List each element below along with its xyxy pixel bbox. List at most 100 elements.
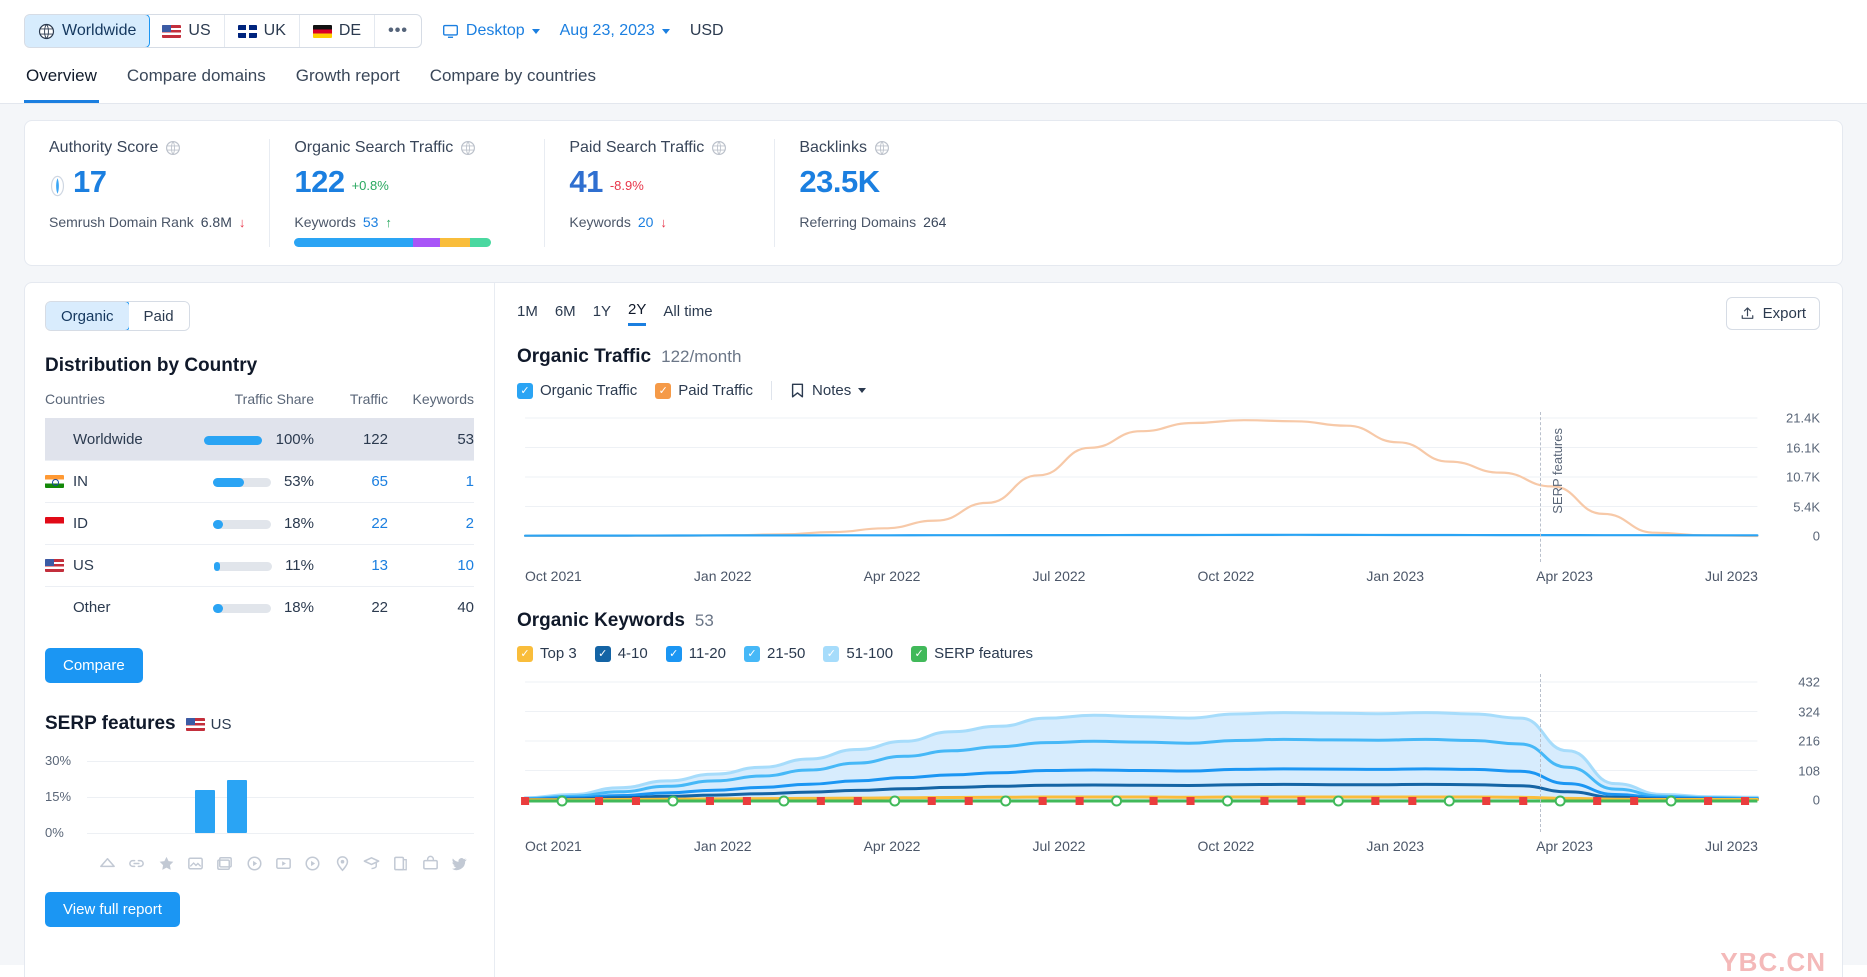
checkbox-checked-icon: ✓ <box>517 383 533 399</box>
organic-paid-toggle[interactable]: Organic Paid <box>45 301 190 331</box>
info-icon[interactable] <box>874 140 890 156</box>
flag-us-icon <box>45 559 64 572</box>
card-sub-label: Keywords <box>294 214 355 230</box>
cell-traffic-share: 11% <box>172 545 314 587</box>
toggle-paid[interactable]: Paid <box>129 302 189 330</box>
range-6m[interactable]: 6M <box>555 303 576 325</box>
legend-51-100[interactable]: ✓51-100 <box>823 645 893 662</box>
distribution-title: Distribution by Country <box>45 355 474 377</box>
flag-us-icon <box>162 25 181 38</box>
geo-selector-group[interactable]: Worldwide US UK DE ••• <box>24 14 422 48</box>
instant-answer-icon[interactable] <box>386 852 415 874</box>
note-flag-icon <box>790 383 805 399</box>
table-row[interactable]: ID 18%222 <box>45 503 474 545</box>
cell-keywords[interactable]: 2 <box>388 503 474 545</box>
export-button[interactable]: Export <box>1726 297 1820 330</box>
xtick: Jan 2022 <box>694 838 752 854</box>
range-1m[interactable]: 1M <box>517 303 538 325</box>
featured-snippet-icon[interactable] <box>93 852 122 874</box>
sitelinks-icon[interactable] <box>122 852 151 874</box>
legend-organic-traffic[interactable]: ✓ Organic Traffic <box>517 382 637 399</box>
geo-more-button[interactable]: ••• <box>375 15 421 47</box>
geo-item-worldwide[interactable]: Worldwide <box>24 14 150 48</box>
image-pack-icon[interactable] <box>181 852 210 874</box>
range-1y[interactable]: 1Y <box>593 303 611 325</box>
date-selector[interactable]: Aug 23, 2023 <box>560 22 670 40</box>
range-all-time[interactable]: All time <box>663 303 712 325</box>
card-sub-value[interactable]: 53 <box>363 214 379 230</box>
card-value: 41 <box>569 166 602 197</box>
card-sub-value[interactable]: 20 <box>638 214 654 230</box>
knowledge-panel-icon[interactable] <box>357 852 386 874</box>
checkbox-checked-icon: ✓ <box>517 646 533 662</box>
kw-bar-segment-1 <box>413 238 441 247</box>
shopping-icon[interactable] <box>415 852 444 874</box>
image-icon[interactable] <box>210 852 239 874</box>
legend-label: Organic Traffic <box>540 382 637 399</box>
table-row[interactable]: Worldwide 100%12253 <box>45 419 474 461</box>
serp-feature-icons-row <box>45 852 474 874</box>
geo-item-uk[interactable]: UK <box>225 15 300 47</box>
legend-11-20[interactable]: ✓11-20 <box>666 645 726 662</box>
reviews-star-icon[interactable] <box>152 852 181 874</box>
kw-bar-segment-0 <box>294 238 412 247</box>
geo-item-de[interactable]: DE <box>300 15 375 47</box>
tab-growth-report[interactable]: Growth report <box>294 60 402 103</box>
legend-paid-traffic[interactable]: ✓ Paid Traffic <box>655 382 753 399</box>
notes-dropdown[interactable]: Notes <box>790 382 866 399</box>
checkbox-checked-icon: ✓ <box>744 646 760 662</box>
serp-bar[interactable] <box>195 790 215 833</box>
toggle-organic[interactable]: Organic <box>45 301 130 331</box>
legend-4-10[interactable]: ✓4-10 <box>595 645 648 662</box>
tab-compare-domains[interactable]: Compare domains <box>125 60 268 103</box>
geo-label-us: US <box>188 22 210 40</box>
view-full-report-button[interactable]: View full report <box>45 892 180 927</box>
compare-button[interactable]: Compare <box>45 648 143 683</box>
legend-label: 21-50 <box>767 645 805 662</box>
card-paid-search-traffic[interactable]: Paid Search Traffic 41 -8.9% Keywords 20… <box>545 139 775 247</box>
cell-traffic[interactable]: 22 <box>314 503 388 545</box>
cell-traffic[interactable]: 65 <box>314 461 388 503</box>
local-pack-pin-icon[interactable] <box>328 852 357 874</box>
video-box-icon[interactable] <box>269 852 298 874</box>
range-2y[interactable]: 2Y <box>628 301 646 326</box>
cell-keywords[interactable]: 1 <box>388 461 474 503</box>
chevron-down-icon <box>858 388 866 393</box>
tab-compare-by-countries[interactable]: Compare by countries <box>428 60 598 103</box>
geo-item-us[interactable]: US <box>149 15 224 47</box>
serp-ytick: 0% <box>45 825 64 840</box>
traffic-share-bar <box>213 478 271 487</box>
serp-ytick: 15% <box>45 789 71 804</box>
card-subline: Keywords 53 ↑ <box>294 214 520 230</box>
card-backlinks[interactable]: Backlinks 23.5K Referring Domains 264 <box>775 139 985 247</box>
table-row[interactable]: US 11%1310 <box>45 545 474 587</box>
card-title: Authority Score <box>49 139 158 157</box>
table-row[interactable]: Other 18%2240 <box>45 587 474 629</box>
organic-keywords-svg <box>517 674 1820 832</box>
cell-country: Other <box>45 587 172 629</box>
organic-keywords-legend: ✓Top 3✓4-10✓11-20✓21-50✓51-100✓SERP feat… <box>517 645 1820 662</box>
video-play-icon[interactable] <box>298 852 327 874</box>
twitter-icon[interactable] <box>445 852 474 874</box>
tab-overview[interactable]: Overview <box>24 60 99 103</box>
video-icon[interactable] <box>240 852 269 874</box>
info-icon[interactable] <box>460 140 476 156</box>
table-row[interactable]: IN 53%651 <box>45 461 474 503</box>
legend-label: Top 3 <box>540 645 577 662</box>
legend-top-3[interactable]: ✓ Top 3 <box>517 645 577 662</box>
country-label: US <box>73 557 94 574</box>
traffic-share-bar <box>213 604 271 613</box>
organic-keywords-subtitle: 53 <box>695 611 714 631</box>
cell-traffic[interactable]: 13 <box>314 545 388 587</box>
serp-bar[interactable] <box>227 780 247 833</box>
device-selector[interactable]: Desktop <box>442 22 540 40</box>
info-icon[interactable] <box>165 140 181 156</box>
legend-21-50[interactable]: ✓ 21-50 <box>744 645 805 662</box>
kw-bar-segment-2 <box>440 238 470 247</box>
checkbox-checked-icon: ✓ <box>666 646 682 662</box>
card-authority-score[interactable]: Authority Score 17 Semrush Domain Rank <box>25 139 270 247</box>
legend-serp-features[interactable]: ✓SERP features <box>911 645 1033 662</box>
card-organic-search-traffic[interactable]: Organic Search Traffic 122 +0.8% Keyword… <box>270 139 545 247</box>
info-icon[interactable] <box>711 140 727 156</box>
cell-keywords[interactable]: 10 <box>388 545 474 587</box>
